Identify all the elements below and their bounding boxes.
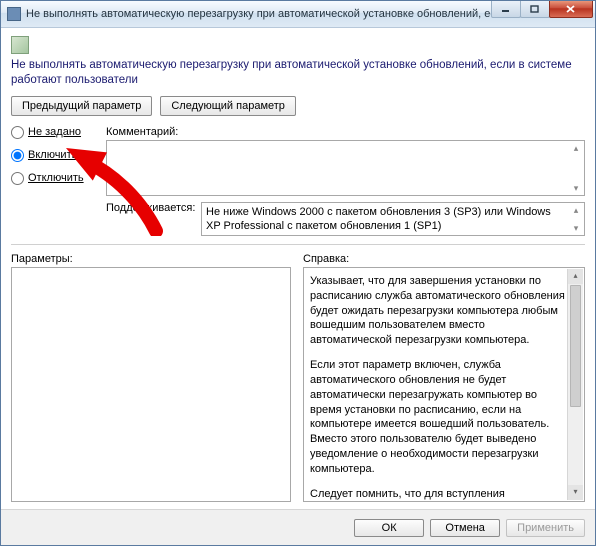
scroll-down-icon: ▾: [571, 183, 581, 193]
radio-disable-label: Отключить: [28, 172, 84, 184]
help-paragraph: Следует помнить, что для вступления обно…: [310, 487, 566, 502]
window-buttons: [492, 1, 593, 18]
policy-icon: [11, 36, 29, 54]
close-icon: [565, 4, 577, 14]
scroll-up-icon[interactable]: ▴: [568, 269, 583, 284]
help-textarea[interactable]: Указывает, что для завершения установки …: [303, 267, 585, 502]
radio-not-configured-label: Не задано: [28, 126, 81, 138]
radio-disable[interactable]: Отключить: [11, 172, 106, 185]
supported-text: Не ниже Windows 2000 с пакетом обновлени…: [201, 202, 585, 236]
help-paragraph: Если этот параметр включен, служба автом…: [310, 358, 566, 477]
scroll-down-icon[interactable]: ▾: [568, 485, 583, 500]
titlebar: Не выполнять автоматическую перезагрузку…: [1, 1, 595, 28]
supported-text-value: Не ниже Windows 2000 с пакетом обновлени…: [206, 206, 551, 232]
dialog-footer: ОК Отмена Применить: [1, 509, 595, 545]
maximize-icon: [530, 5, 540, 13]
ok-button[interactable]: ОК: [354, 519, 424, 537]
radio-not-configured[interactable]: Не задано: [11, 126, 106, 139]
config-row: Не задано Включить Отключить Комментарий…: [11, 126, 585, 236]
parameters-box[interactable]: [11, 267, 291, 502]
close-button[interactable]: [549, 1, 593, 18]
dialog-window: Не выполнять автоматическую перезагрузку…: [0, 0, 596, 546]
separator: [11, 244, 585, 245]
comment-textarea[interactable]: ▴ ▾: [106, 140, 585, 196]
parameters-label: Параметры:: [11, 253, 291, 265]
help-panel: Справка: Указывает, что для завершения у…: [303, 253, 585, 502]
radio-enable-input[interactable]: [11, 149, 24, 162]
supported-label: Поддерживается:: [106, 202, 201, 236]
radio-disable-input[interactable]: [11, 172, 24, 185]
previous-setting-button[interactable]: Предыдущий параметр: [11, 96, 152, 116]
minimize-button[interactable]: [491, 1, 521, 18]
lower-panels: Параметры: Справка: Указывает, что для з…: [11, 253, 585, 502]
comment-column: Комментарий: ▴ ▾ Поддерживается: Не ниже…: [106, 126, 585, 236]
radio-enable-label: Включить: [28, 149, 77, 161]
supported-row: Поддерживается: Не ниже Windows 2000 с п…: [106, 202, 585, 236]
apply-button: Применить: [506, 519, 585, 537]
help-label: Справка:: [303, 253, 585, 265]
help-paragraph: Указывает, что для завершения установки …: [310, 274, 566, 348]
cancel-button[interactable]: Отмена: [430, 519, 500, 537]
scroll-up-icon: ▴: [571, 205, 581, 215]
help-scrollbar[interactable]: ▴ ▾: [567, 269, 583, 500]
radio-group: Не задано Включить Отключить: [11, 126, 106, 195]
scroll-down-icon: ▾: [571, 223, 581, 233]
minimize-icon: [501, 5, 511, 13]
scroll-up-icon: ▴: [571, 143, 581, 153]
radio-not-configured-input[interactable]: [11, 126, 24, 139]
comment-label: Комментарий:: [106, 126, 585, 138]
nav-buttons: Предыдущий параметр Следующий параметр: [11, 96, 585, 116]
parameters-panel: Параметры:: [11, 253, 291, 502]
maximize-button[interactable]: [520, 1, 550, 18]
content-area: Не выполнять автоматическую перезагрузку…: [1, 28, 595, 510]
scroll-thumb[interactable]: [570, 285, 581, 407]
radio-enable[interactable]: Включить: [11, 149, 106, 162]
app-icon: [7, 7, 21, 21]
next-setting-button[interactable]: Следующий параметр: [160, 96, 296, 116]
policy-heading: Не выполнять автоматическую перезагрузку…: [11, 58, 585, 88]
